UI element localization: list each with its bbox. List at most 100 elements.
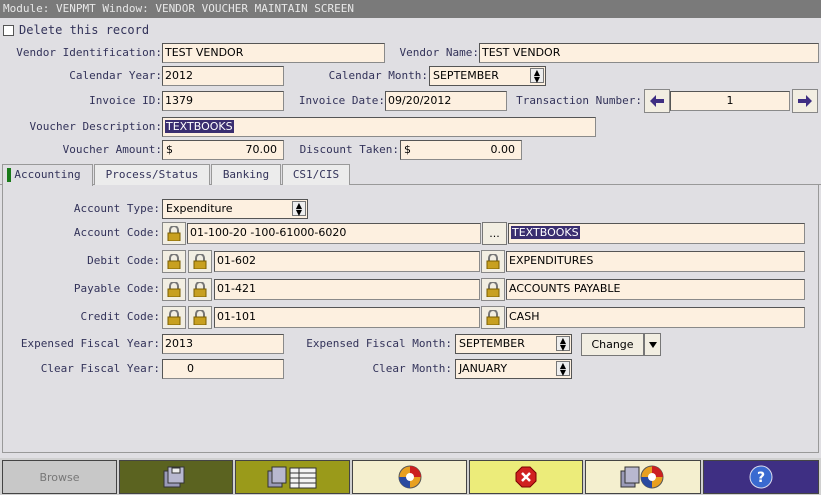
save-list-icon [267,466,316,489]
next-transaction-button[interactable] [792,89,818,113]
account-type-label: Account Type: [73,202,160,215]
invoice-date-label: Invoice Date: [298,94,385,107]
svg-text:?: ? [757,470,765,486]
calendar-year-field[interactable]: 2012 [162,66,284,86]
debit-code-lock-button[interactable] [162,250,186,273]
tab-cs1-cis-label: CS1/CIS [292,168,340,181]
discount-taken-field[interactable]: $ 0.00 [400,140,522,160]
change-button[interactable]: Change [581,333,644,356]
save-button[interactable] [119,460,233,494]
debit-code-description: EXPENDITURES [506,251,805,272]
invoice-id-label: Invoice ID: [89,94,162,107]
payable-code-desc-lock-button[interactable] [481,278,505,301]
vendor-id-label: Vendor Identification: [16,46,162,59]
browse-button[interactable]: Browse [2,460,117,494]
discount-taken-value: 0.00 [490,143,516,156]
invoice-id-field[interactable]: 1379 [162,91,284,111]
credit-code-lock-button-2[interactable] [188,306,212,329]
invoice-date-field[interactable]: 09/20/2012 [385,91,507,111]
expensed-fiscal-month-value: SEPTEMBER [459,337,525,350]
clear-month-select[interactable]: JANUARY ▲ ▼ [455,359,572,379]
payable-code-description: ACCOUNTS PAYABLE [506,279,805,300]
calendar-month-select[interactable]: SEPTEMBER ▲ ▼ [429,66,546,86]
window-title: Module: VENPMT Window: VENDOR VOUCHER MA… [0,0,821,18]
save-icon [163,466,185,488]
lock-icon [193,282,207,297]
delete-record-checkbox[interactable] [3,25,14,36]
clear-fiscal-year-field[interactable]: 0 [162,359,284,379]
transaction-number-label: Transaction Number: [516,94,642,107]
clear-month-label: Clear Month: [372,362,452,375]
voucher-amount-field[interactable]: $ 70.00 [162,140,284,160]
vendor-name-label: Vendor Name: [399,46,479,59]
voucher-amount-value: 70.00 [245,143,278,156]
expensed-fiscal-year-label: Expensed Fiscal Year: [20,337,160,350]
credit-code-lock-button[interactable] [162,306,186,329]
lock-icon [193,310,207,325]
vendor-id-field[interactable]: TEST VENDOR [162,43,385,63]
active-tab-marker [7,168,11,182]
account-code-label: Account Code: [73,226,160,239]
payable-code-lock-button-2[interactable] [188,278,212,301]
tab-process-status-label: Process/Status [105,168,199,181]
spinner-icon: ▲ ▼ [556,336,570,352]
account-code-lookup-button[interactable]: ... [482,222,507,245]
arrow-left-icon [650,95,664,107]
voucher-description-label: Voucher Description: [29,120,162,133]
vendor-name-field[interactable]: TEST VENDOR [479,43,819,63]
refresh-button[interactable] [352,460,467,494]
debit-code-field[interactable]: 01-602 [214,251,480,272]
expensed-fiscal-year-field[interactable]: 2013 [162,334,284,354]
payable-code-label: Payable Code: [73,282,160,295]
tab-cs1-cis[interactable]: CS1/CIS [282,164,350,185]
account-code-description-value: TEXTBOOKS [511,226,580,239]
calendar-month-value: SEPTEMBER [433,69,499,82]
change-dropdown-button[interactable] [644,333,661,356]
arrow-right-icon [798,95,812,107]
account-code-lock-button[interactable] [162,222,186,245]
lock-icon [193,254,207,269]
save-refresh-button[interactable] [585,460,701,494]
lock-icon [167,310,181,325]
help-button[interactable]: ? [703,460,819,494]
transaction-number-field[interactable]: 1 [670,91,790,111]
delete-button[interactable] [469,460,583,494]
account-code-description: TEXTBOOKS [508,223,805,244]
account-type-select[interactable]: Expenditure ▲ ▼ [162,199,308,219]
voucher-description-field[interactable]: TEXTBOOKS [162,117,596,137]
delete-record-label: Delete this record [19,23,150,37]
delete-icon [515,466,537,488]
credit-code-description: CASH [506,307,805,328]
discount-taken-currency: $ [404,143,411,156]
previous-transaction-button[interactable] [644,89,670,113]
save-list-button[interactable] [235,460,350,494]
tab-banking-label: Banking [222,168,270,181]
clear-fiscal-year-label: Clear Fiscal Year: [40,362,160,375]
credit-code-field[interactable]: 01-101 [214,307,480,328]
credit-code-desc-lock-button[interactable] [481,306,505,329]
spinner-icon: ▲ ▼ [292,201,306,217]
tab-accounting-label: Accounting [14,168,81,181]
credit-code-label: Credit Code: [80,310,160,323]
payable-code-field[interactable]: 01-421 [214,279,480,300]
payable-code-lock-button[interactable] [162,278,186,301]
clear-month-value: JANUARY [459,362,508,375]
save-refresh-icon [620,465,664,489]
debit-code-lock-button-2[interactable] [188,250,212,273]
spinner-icon: ▲ ▼ [556,361,570,377]
lock-icon [486,254,500,269]
debit-code-label: Debit Code: [87,254,160,267]
expensed-fiscal-month-select[interactable]: SEPTEMBER ▲ ▼ [455,334,572,354]
lock-icon [486,310,500,325]
discount-taken-label: Discount Taken: [299,143,399,156]
debit-code-desc-lock-button[interactable] [481,250,505,273]
tab-process-status[interactable]: Process/Status [94,164,210,185]
account-code-field[interactable]: 01-100-20 -100-61000-6020 [187,223,481,244]
tab-accounting[interactable]: Accounting [2,164,93,186]
lock-icon [167,282,181,297]
chevron-down-icon [648,341,657,348]
account-type-value: Expenditure [166,202,233,215]
calendar-year-label: Calendar Year: [69,69,162,82]
lock-icon [167,254,181,269]
tab-banking[interactable]: Banking [211,164,281,185]
